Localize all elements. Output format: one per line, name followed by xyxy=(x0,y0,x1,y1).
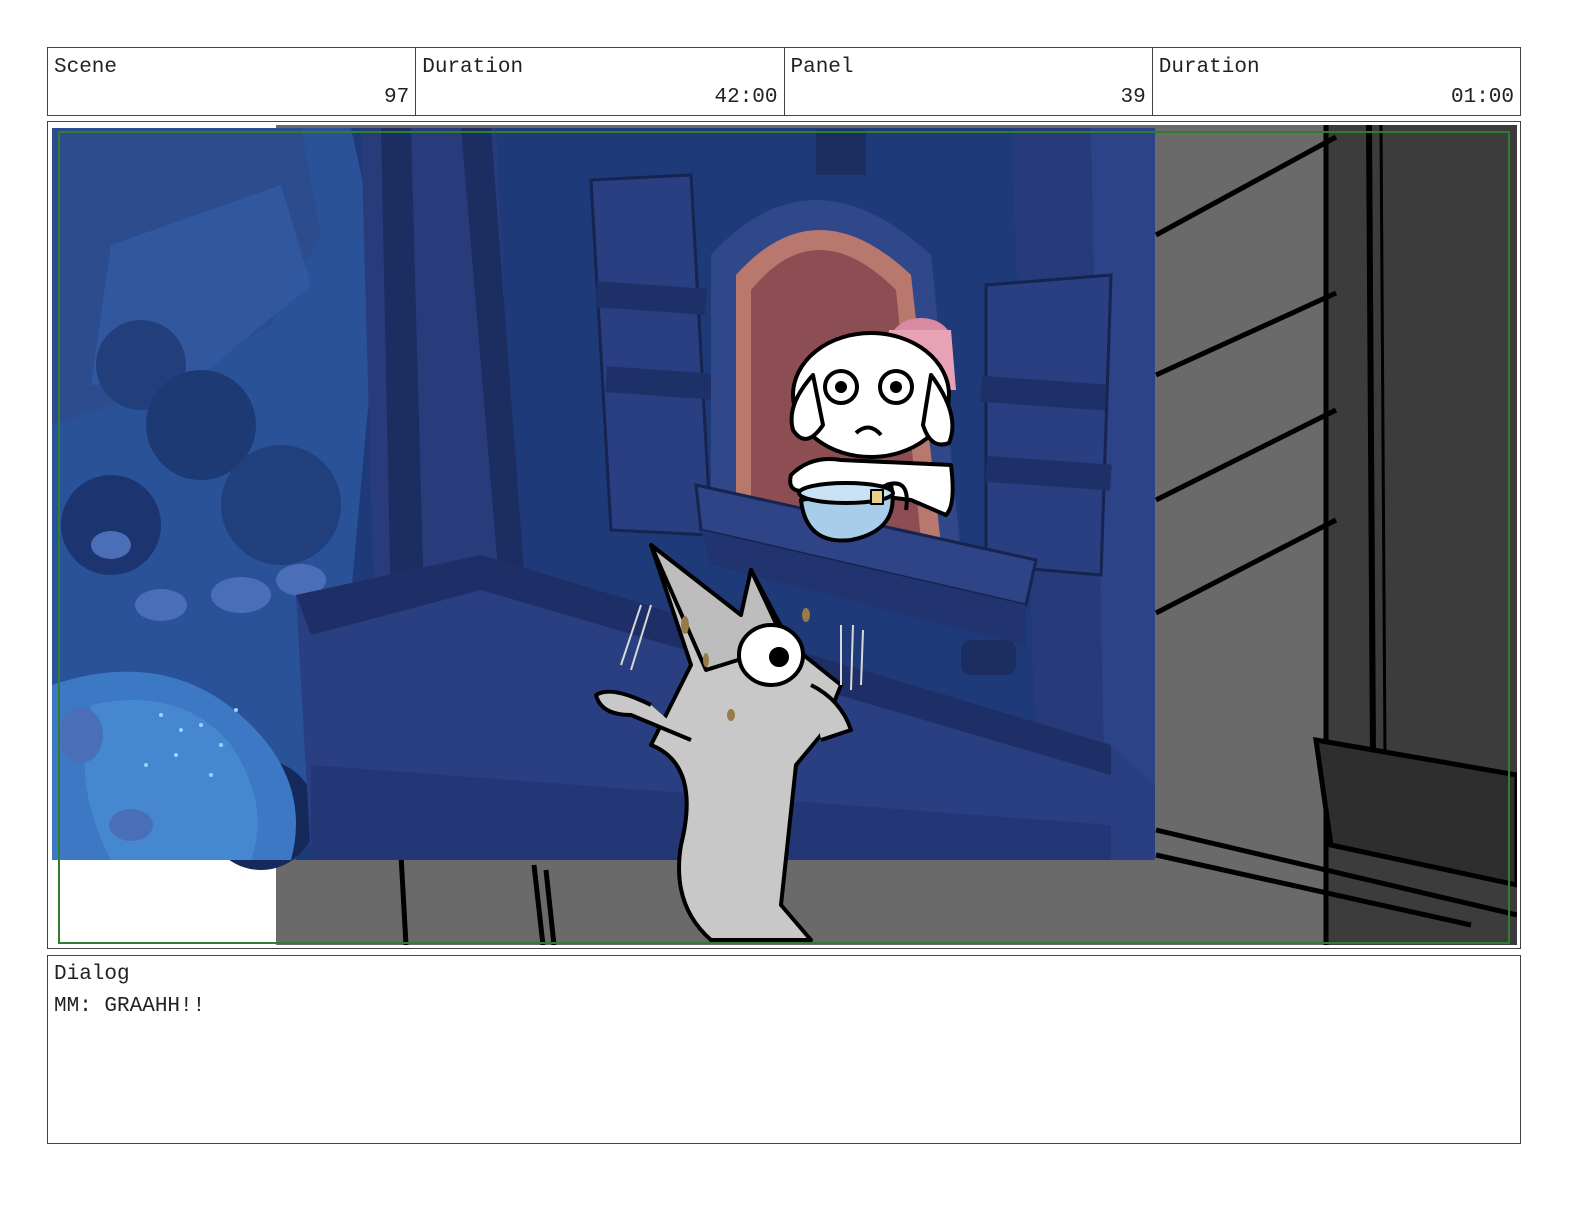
panel-cell: Panel 39 xyxy=(785,48,1153,115)
panel-info-header: Scene 97 Duration 42:00 Panel 39 Duratio… xyxy=(47,47,1521,116)
panel-duration-value: 01:00 xyxy=(1450,86,1514,109)
scene-cell: Scene 97 xyxy=(48,48,417,115)
panel-duration-cell: Duration 01:00 xyxy=(1153,48,1520,115)
scene-duration-label: Duration xyxy=(422,56,524,79)
window-character xyxy=(788,331,955,543)
panel-label: Panel xyxy=(790,56,854,79)
dialog-label: Dialog xyxy=(54,963,130,986)
scene-duration-cell: Duration 42:00 xyxy=(416,48,785,115)
scene-label: Scene xyxy=(54,56,118,79)
dialog-text: MM: GRAAHH!! xyxy=(54,995,206,1018)
panel-number: 39 xyxy=(1120,86,1146,109)
dialog-box: Dialog MM: GRAAHH!! xyxy=(47,955,1521,1144)
panel-duration-label: Duration xyxy=(1158,56,1260,79)
scene-number: 97 xyxy=(384,86,410,109)
storyboard-panel xyxy=(47,121,1521,949)
panel-illustration xyxy=(51,125,1517,945)
scene-duration-value: 42:00 xyxy=(714,86,778,109)
